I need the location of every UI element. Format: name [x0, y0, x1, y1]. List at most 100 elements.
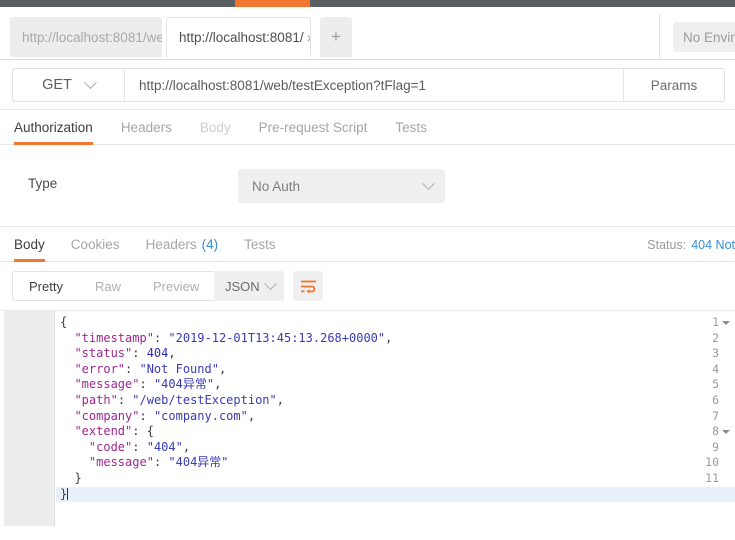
code-token: : [153, 455, 169, 470]
code-token: "Not Found" [139, 361, 219, 376]
code-token: : [139, 377, 154, 392]
code-token: "company" [74, 408, 140, 423]
top-accent-strip [0, 0, 735, 7]
text-cursor [67, 487, 69, 500]
tab-tests[interactable]: Tests [395, 110, 427, 144]
chevron-down-icon [422, 176, 435, 190]
chevron-down-icon [264, 276, 277, 290]
code-token: , [276, 393, 284, 407]
code-token: : [125, 361, 140, 376]
word-wrap-button[interactable] [293, 271, 323, 301]
code-token: "/web/testException" [132, 393, 277, 407]
code-token: : { [132, 424, 154, 439]
code-line: } [56, 486, 735, 503]
code-line: "error": "Not Found", [56, 362, 735, 378]
code-token: "404异常" [153, 377, 215, 392]
top-accent-orange-segment [235, 0, 310, 7]
response-tab-body[interactable]: Body [14, 227, 45, 262]
code-token: : [132, 439, 147, 454]
auth-type-selector[interactable]: No Auth [238, 169, 445, 203]
code-line: "path": "/web/testException", [56, 393, 735, 409]
code-token: , [168, 346, 176, 361]
code-token: : [132, 346, 147, 361]
close-icon[interactable]: × [304, 29, 310, 47]
code-token: "404" [146, 439, 183, 454]
code-token: : [153, 330, 169, 345]
code-token: "status" [74, 346, 133, 361]
format-selector-label: JSON [225, 278, 260, 294]
code-line: "message": "404异常" [56, 455, 735, 471]
gutter-left-margin [0, 311, 4, 526]
url-bar: GET http://localhost:8081/web/testExcept… [12, 68, 725, 102]
response-tab-headers[interactable]: Headers (4) [146, 227, 219, 261]
http-method-label: GET [42, 77, 72, 93]
view-mode-group: Pretty Raw Preview [12, 271, 217, 301]
url-input-value: http://localhost:8081/web/testException?… [139, 77, 427, 93]
response-section-tabs: Body Cookies Headers (4) Tests Status: 40… [0, 227, 735, 262]
code-line: "code": "404", [56, 440, 735, 456]
request-tab-inactive[interactable]: http://localhost:8081/web/t [10, 17, 162, 57]
code-content[interactable]: { "timestamp": "2019-12-01T13:45:13.268+… [56, 311, 735, 526]
environment-selector-label: No Environ [683, 29, 735, 45]
params-button[interactable]: Params [624, 69, 724, 101]
code-token: , [182, 439, 191, 454]
code-token: { [60, 315, 68, 329]
url-input[interactable]: http://localhost:8081/web/testException?… [125, 69, 624, 101]
code-token: "message" [88, 455, 154, 470]
status-value: 404 Not [691, 237, 735, 252]
code-token: : [139, 408, 154, 423]
code-token: , [214, 377, 222, 392]
code-token: "path" [74, 393, 118, 407]
auth-type-value: No Auth [252, 178, 301, 194]
plus-icon[interactable]: + [320, 17, 352, 57]
code-token: "404异常" [168, 455, 229, 470]
code-token: "extend" [74, 424, 133, 439]
http-method-selector[interactable]: GET [13, 69, 125, 101]
code-token: 404 [146, 346, 169, 361]
code-token: , [247, 408, 256, 423]
response-tab-headers-label: Headers [145, 236, 197, 252]
code-line: { [56, 315, 735, 331]
request-tab-active[interactable]: http://localhost:8081/ × [166, 17, 311, 57]
code-line: "message": "404异常", [56, 377, 735, 393]
request-section-tabs: Authorization Headers Body Pre-request S… [0, 110, 735, 145]
code-token: "code" [88, 439, 133, 454]
response-tab-tests[interactable]: Tests [244, 227, 276, 261]
word-wrap-icon [300, 280, 316, 293]
status-badge: Status: 404 Not [647, 227, 735, 262]
status-label: Status: [647, 237, 687, 252]
code-token: } [60, 486, 68, 501]
response-headers-count: (4) [201, 236, 219, 252]
response-tab-cookies-label: Cookies [70, 236, 120, 252]
url-row: GET http://localhost:8081/web/testExcept… [0, 60, 735, 110]
code-token: "2019-12-01T13:45:13.268+0000" [168, 330, 386, 345]
view-mode-preview[interactable]: Preview [137, 272, 215, 300]
response-section-tab-list: Body Cookies Headers (4) Tests [0, 227, 735, 262]
environment-selector[interactable]: No Environ [673, 22, 735, 52]
tab-authorization[interactable]: Authorization [14, 110, 93, 145]
view-mode-raw[interactable]: Raw [79, 272, 137, 300]
code-token: , [218, 361, 227, 376]
postman-window: http://localhost:8081/web/t http://local… [0, 0, 735, 540]
response-tab-cookies[interactable]: Cookies [71, 227, 120, 261]
code-line: "timestamp": "2019-12-01T13:45:13.268+00… [56, 331, 735, 347]
request-tab-active-label: http://localhost:8081/ [179, 30, 304, 45]
view-mode-pretty[interactable]: Pretty [13, 272, 79, 300]
request-tab-list: http://localhost:8081/web/t http://local… [10, 17, 352, 57]
code-line: } [56, 471, 735, 487]
code-token: : [117, 393, 133, 407]
chevron-down-icon [84, 75, 97, 89]
format-selector[interactable]: JSON [214, 271, 284, 301]
tab-body[interactable]: Body [200, 110, 231, 144]
request-tab-inactive-label: http://localhost:8081/web/t [22, 29, 162, 45]
tab-headers[interactable]: Headers [121, 110, 172, 144]
tab-pre-request-script[interactable]: Pre-request Script [259, 110, 368, 144]
request-section-tab-list: Authorization Headers Body Pre-request S… [0, 110, 735, 145]
code-line: "extend": { [56, 424, 735, 440]
